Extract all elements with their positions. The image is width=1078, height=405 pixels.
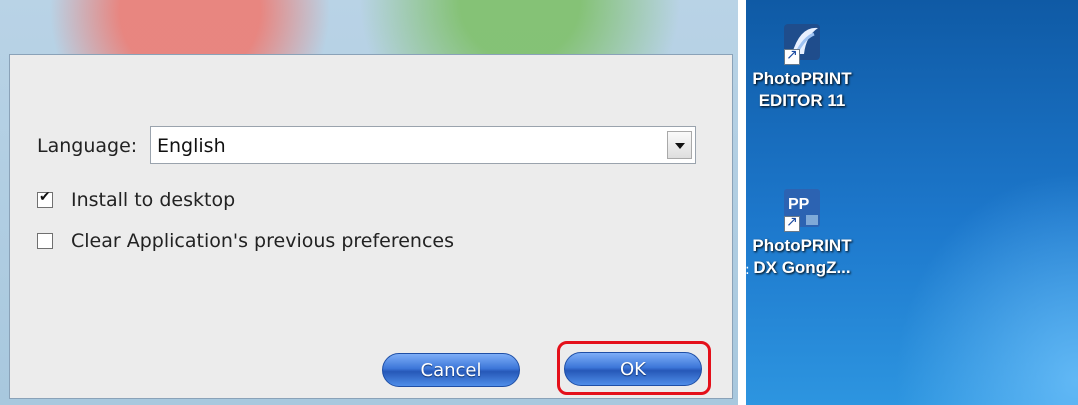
window-aero-frame: Language: English Install to desktop Cle… [0,0,738,405]
install-to-desktop-checkbox[interactable] [37,189,53,208]
desktop-icon-label: PhotoPRINT DX GongZ... [752,236,852,277]
desktop: PhotoPRINT EDITOR 11 PP PhotoPRINT DX Go… [746,0,1078,405]
photoprint-dx-icon: PP [770,185,834,235]
language-select[interactable]: English [150,126,696,164]
install-to-desktop-option[interactable]: Install to desktop [37,188,235,212]
shortcut-arrow-icon [784,47,800,65]
language-select-value: English [157,135,226,157]
photoprint-editor-icon [770,18,834,68]
clear-preferences-checkbox[interactable] [37,233,53,249]
installer-dialog: Language: English Install to desktop Cle… [9,54,733,399]
install-to-desktop-label: Install to desktop [71,189,236,211]
desktop-icon-photoprint-editor[interactable]: PhotoPRINT EDITOR 11 [747,18,857,112]
ok-button-highlight [557,341,711,395]
chevron-down-icon[interactable] [667,131,692,159]
svg-text:PP: PP [788,196,810,213]
cancel-button[interactable]: Cancel [382,353,520,387]
language-label: Language: [37,135,138,157]
partial-text-fragment: : [745,262,750,278]
clear-preferences-label: Clear Application's previous preferences [71,230,455,252]
clear-preferences-option[interactable]: Clear Application's previous preferences [37,229,454,253]
desktop-icon-label: PhotoPRINT EDITOR 11 [752,69,852,110]
divider [738,0,746,405]
desktop-icon-photoprint-dx[interactable]: PP PhotoPRINT DX GongZ... [747,185,857,279]
shortcut-arrow-icon [784,214,800,232]
